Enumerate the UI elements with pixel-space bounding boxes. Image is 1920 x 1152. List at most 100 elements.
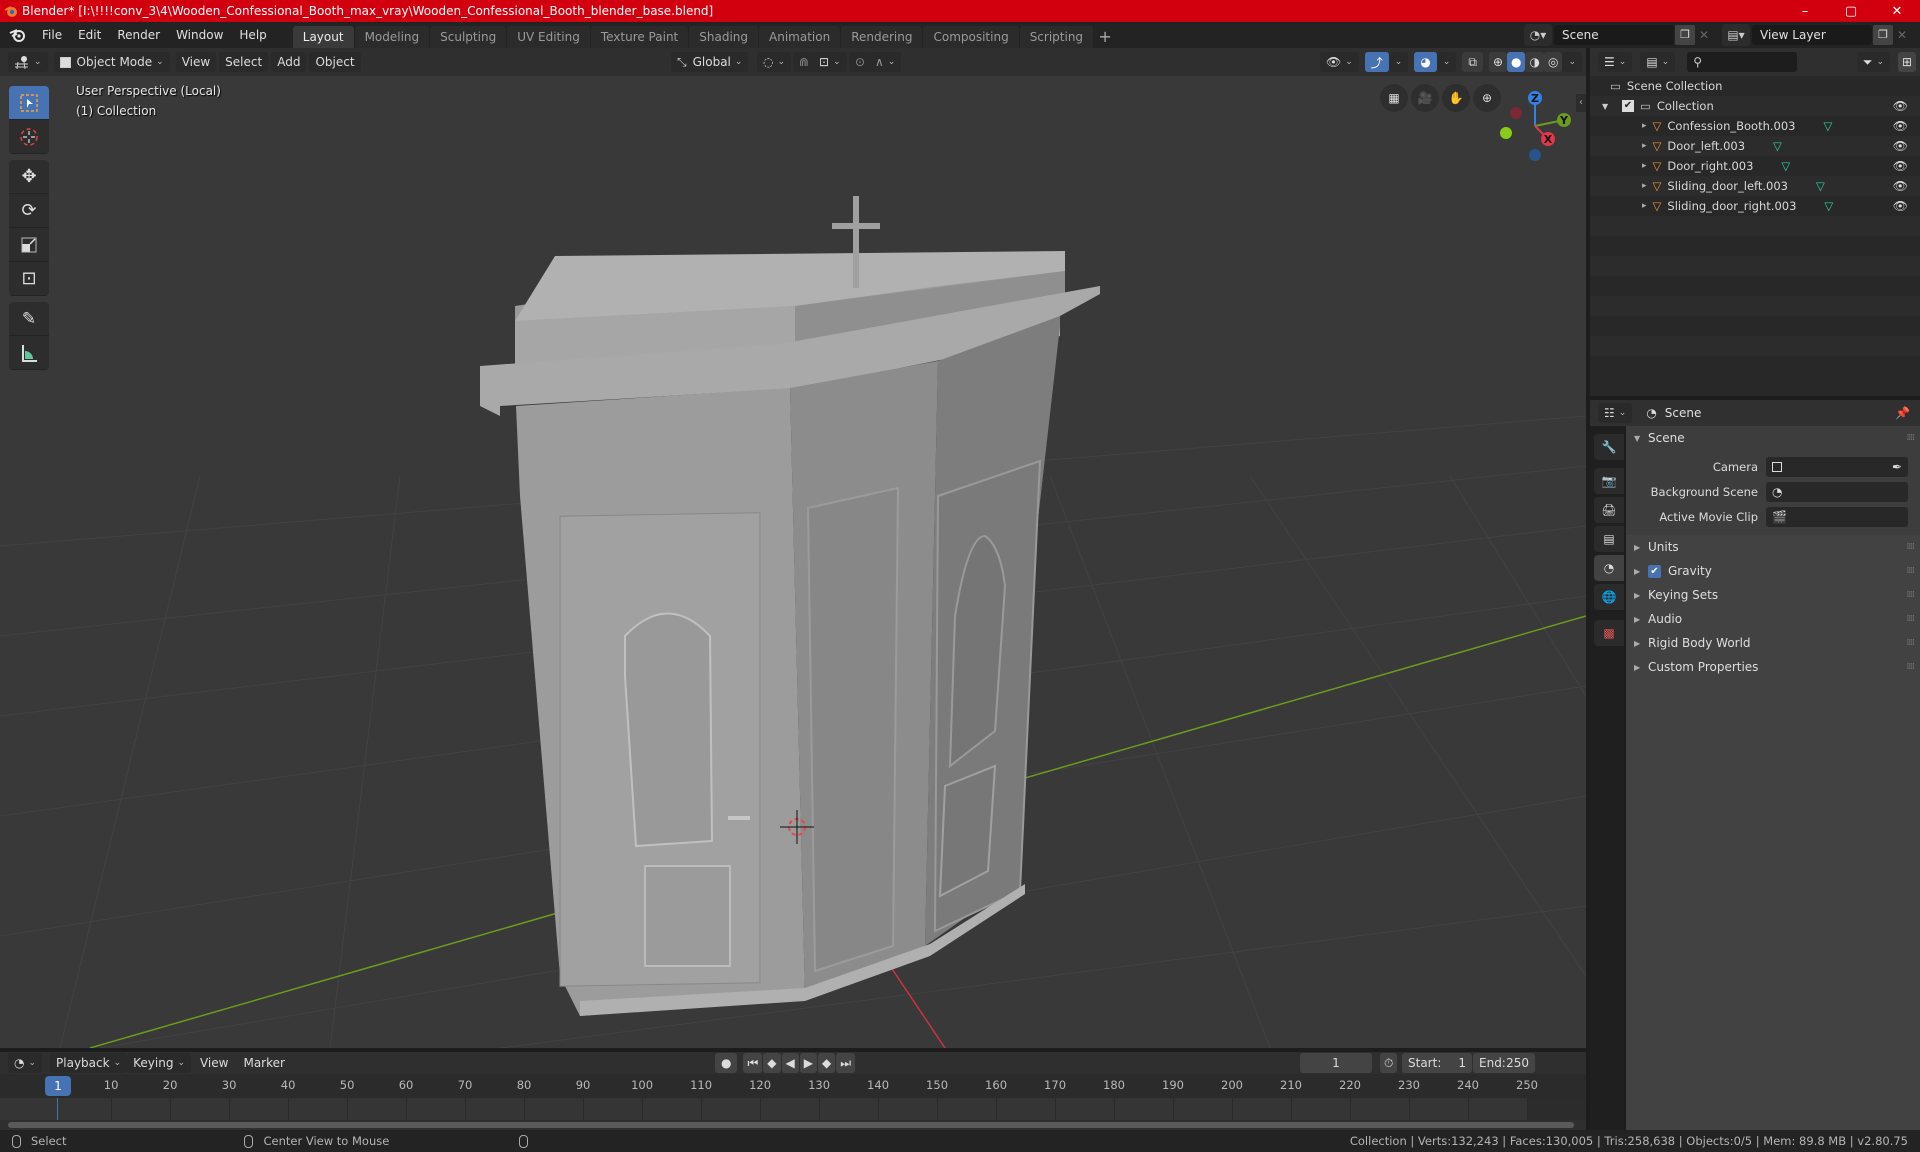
eyedropper-icon[interactable]: ✒ xyxy=(1892,460,1902,474)
tool-cursor[interactable] xyxy=(9,120,49,154)
visibility-eye-icon[interactable]: 👁 xyxy=(1893,139,1908,153)
pin-icon[interactable]: 📌 xyxy=(1895,406,1910,420)
collection-checkbox[interactable]: ✔ xyxy=(1622,100,1634,112)
tab-modeling[interactable]: Modeling xyxy=(354,26,430,48)
shading-wireframe[interactable]: ⊕ xyxy=(1488,52,1507,72)
tab-animation[interactable]: Animation xyxy=(759,26,841,48)
tab-layout[interactable]: Layout xyxy=(292,26,354,48)
menu-render[interactable]: Render xyxy=(109,22,168,48)
toggle-ortho-button[interactable]: ▦ xyxy=(1380,84,1408,112)
neg-z-axis-handle[interactable] xyxy=(1529,149,1541,161)
menu-select[interactable]: Select xyxy=(219,52,269,72)
units-panel-header[interactable]: ▶ Units ⁞⁞⁞⁞ xyxy=(1626,535,1920,559)
drag-handle-icon[interactable]: ⁞⁞⁞⁞ xyxy=(1907,614,1916,624)
visibility-selector[interactable]: 👁 ⌄ xyxy=(1319,52,1359,72)
mesh-data-icon[interactable]: ▽ xyxy=(1773,139,1782,153)
menu-window[interactable]: Window xyxy=(168,22,231,48)
tab-texture-paint[interactable]: Texture Paint xyxy=(590,26,689,48)
current-frame-field[interactable]: 1 xyxy=(1300,1053,1372,1073)
tab-texture[interactable]: ▩ xyxy=(1594,620,1624,646)
gizmo-dropdown[interactable]: ⌄ xyxy=(1388,52,1409,72)
expand-arrow-icon[interactable]: ▸ xyxy=(1642,121,1647,131)
mesh-data-icon[interactable]: ▽ xyxy=(1824,199,1833,213)
expand-arrow-icon[interactable]: ▸ xyxy=(1642,201,1647,211)
tab-rendering[interactable]: Rendering xyxy=(841,26,923,48)
new-collection-button[interactable]: ⊞ xyxy=(1897,52,1916,72)
proportional-edit-toggle[interactable]: ⊙ xyxy=(849,52,872,72)
outliner-object-row[interactable]: ▸ ▽ Sliding_door_right.003 ▽ 👁 xyxy=(1590,196,1920,216)
mesh-data-icon[interactable]: ▽ xyxy=(1824,119,1833,133)
delete-view-layer-button[interactable]: ✕ xyxy=(1893,25,1911,45)
neg-y-axis-handle[interactable] xyxy=(1500,127,1512,139)
drag-handle-icon[interactable]: ⁞⁞⁞⁞ xyxy=(1907,433,1916,443)
visibility-eye-icon[interactable]: 👁 xyxy=(1893,119,1908,133)
outliner-collection[interactable]: ▼ ✔ ▭ Collection 👁 xyxy=(1590,96,1920,116)
tab-uv-editing[interactable]: UV Editing xyxy=(507,26,590,48)
drag-handle-icon[interactable]: ⁞⁞⁞⁞ xyxy=(1907,590,1916,600)
drag-handle-icon[interactable]: ⁞⁞⁞⁞ xyxy=(1907,542,1916,552)
pivot-point-selector[interactable]: ◌ ⌄ xyxy=(757,52,792,72)
tab-scene[interactable]: ◔ xyxy=(1594,555,1624,581)
visibility-eye-icon[interactable]: 👁 xyxy=(1893,159,1908,173)
3d-viewport[interactable]: User Perspective (Local) (1) Collection … xyxy=(0,76,1586,1048)
menu-view[interactable]: View xyxy=(175,52,217,72)
shading-material[interactable]: ◑ xyxy=(1525,52,1544,72)
timeline-scrollbar[interactable] xyxy=(8,1122,1574,1128)
tool-move[interactable]: ✥ xyxy=(9,160,49,194)
gravity-checkbox[interactable]: ✔ xyxy=(1648,564,1661,578)
record-button[interactable]: ● xyxy=(715,1053,738,1073)
camera-view-button[interactable]: 🎥 xyxy=(1411,84,1439,112)
scene-panel-header[interactable]: ▼ Scene ⁞⁞⁞⁞ xyxy=(1626,426,1920,450)
sidebar-toggle-arrow[interactable]: ‹ xyxy=(1576,94,1586,112)
drag-handle-icon[interactable]: ⁞⁞⁞⁞ xyxy=(1907,662,1916,672)
mesh-data-icon[interactable]: ▽ xyxy=(1781,159,1790,173)
keying-sets-panel-header[interactable]: ▶ Keying Sets ⁞⁞⁞⁞ xyxy=(1626,583,1920,607)
tool-rotate[interactable]: ⟳ xyxy=(9,194,49,228)
snap-toggle[interactable]: ⋒ xyxy=(793,52,816,72)
drag-handle-icon[interactable]: ⁞⁞⁞⁞ xyxy=(1907,638,1916,648)
shading-solid[interactable]: ● xyxy=(1507,52,1526,72)
tab-sculpting[interactable]: Sculpting xyxy=(430,26,507,48)
shading-dropdown[interactable]: ⌄ xyxy=(1562,52,1582,72)
gravity-panel-header[interactable]: ▶ ✔ Gravity ⁞⁞⁞⁞ xyxy=(1626,559,1920,583)
overlays-toggle[interactable]: ◕ xyxy=(1414,52,1437,72)
active-movie-clip-field[interactable]: 🎬 xyxy=(1766,506,1908,527)
visibility-eye-icon[interactable]: 👁 xyxy=(1893,199,1908,213)
tool-annotate[interactable]: ✎ xyxy=(9,302,49,336)
outliner-object-row[interactable]: ▸ ▽ Door_right.003 ▽ 👁 xyxy=(1590,156,1920,176)
background-scene-field[interactable]: ◔ xyxy=(1766,481,1908,502)
mesh-data-icon[interactable]: ▽ xyxy=(1816,179,1825,193)
tab-output[interactable]: 🖨 xyxy=(1594,497,1624,523)
expand-arrow-icon[interactable]: ▸ xyxy=(1642,181,1647,191)
transform-orientation-selector[interactable]: ⤡ Global ⌄ xyxy=(671,52,749,72)
prev-keyframe-button[interactable]: ◆ xyxy=(763,1053,781,1073)
mode-selector[interactable]: Object Mode ⌄ xyxy=(53,52,170,72)
outliner-editor-type-button[interactable]: ☰ ⌄ xyxy=(1598,52,1633,72)
menu-keying[interactable]: Keying ⌄ xyxy=(127,1053,191,1073)
expand-arrow-icon[interactable]: ▸ xyxy=(1642,141,1647,151)
new-view-layer-button[interactable]: ❐ xyxy=(1873,25,1893,45)
editor-type-button[interactable]: ⌄ xyxy=(8,52,48,72)
navigation-gizmo[interactable]: Z Y X xyxy=(1490,81,1580,161)
expand-arrow-icon[interactable]: ▸ xyxy=(1642,161,1647,171)
tab-view-layer[interactable]: ▤ xyxy=(1594,526,1624,552)
display-mode-button[interactable]: ▤ ⌄ xyxy=(1640,52,1676,72)
xray-toggle[interactable]: ⧉ xyxy=(1462,52,1483,72)
add-workspace-button[interactable]: + xyxy=(1094,26,1116,48)
play-reverse-button[interactable]: ◀ xyxy=(781,1053,799,1073)
menu-help[interactable]: Help xyxy=(231,22,274,48)
menu-add[interactable]: Add xyxy=(271,52,307,72)
menu-playback[interactable]: Playback ⌄ xyxy=(50,1053,128,1073)
gizmo-toggle[interactable]: ⤴ xyxy=(1364,52,1389,72)
current-frame-indicator[interactable]: 1 xyxy=(45,1076,71,1096)
maximize-button[interactable]: ▢ xyxy=(1828,0,1874,22)
timeline-menu-view[interactable]: View xyxy=(194,1053,234,1073)
next-keyframe-button[interactable]: ◆ xyxy=(818,1053,836,1073)
timeline-ruler[interactable]: 1 10 20 30 40 50 60 70 80 90 100 110 120 130 140 150 16… xyxy=(0,1074,1586,1098)
menu-file[interactable]: File xyxy=(34,22,70,48)
tab-tool[interactable]: 🔧 xyxy=(1594,434,1624,460)
filter-button[interactable]: ⏷ ⌄ xyxy=(1856,52,1890,72)
timeline-editor-type-button[interactable]: ◔ ⌄ xyxy=(8,1053,43,1073)
start-frame-field[interactable]: Start: 1 xyxy=(1402,1053,1472,1073)
audio-panel-header[interactable]: ▶ Audio ⁞⁞⁞⁞ xyxy=(1626,607,1920,631)
